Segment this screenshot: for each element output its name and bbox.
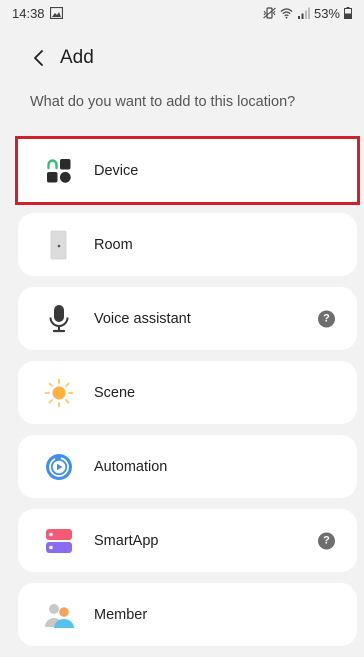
option-label: Member	[94, 606, 148, 623]
option-voice-assistant[interactable]: Voice assistant ?	[18, 287, 357, 350]
option-label: Device	[94, 162, 139, 179]
help-glyph: ?	[323, 534, 330, 547]
gallery-notification-icon	[49, 7, 63, 19]
help-glyph: ?	[323, 312, 330, 325]
option-label: Automation	[94, 458, 168, 475]
device-grid-icon	[47, 158, 71, 183]
help-icon[interactable]: ?	[318, 532, 335, 549]
option-label: SmartApp	[94, 532, 159, 549]
people-icon	[45, 603, 74, 628]
option-automation[interactable]: Automation	[18, 435, 357, 498]
add-prompt: What do you want to add to this location…	[30, 94, 296, 110]
battery-percentage: 53%	[313, 5, 340, 21]
option-label: Room	[94, 236, 133, 253]
status-left: 14:38	[12, 6, 63, 21]
sun-icon	[44, 378, 74, 407]
option-room[interactable]: Room	[18, 213, 357, 276]
smartapp-stack-icon	[46, 528, 72, 553]
status-time: 14:38	[12, 5, 45, 21]
status-right: 53%	[263, 6, 352, 21]
wifi-icon	[280, 8, 293, 19]
option-label: Scene	[94, 384, 136, 401]
door-icon	[50, 230, 67, 259]
option-label: Voice assistant	[94, 310, 191, 327]
automation-play-icon	[46, 453, 72, 480]
app-header: Add	[0, 40, 364, 76]
option-smartapp[interactable]: SmartApp ?	[18, 509, 357, 572]
signal-icon	[297, 7, 310, 19]
back-button[interactable]	[28, 44, 48, 72]
option-scene[interactable]: Scene	[18, 361, 357, 424]
status-bar: 14:38 53%	[0, 0, 364, 26]
microphone-icon	[49, 304, 69, 332]
option-device[interactable]: Device	[15, 136, 360, 205]
mute-vibrate-icon	[263, 7, 276, 19]
page-title: Add	[60, 47, 94, 68]
chevron-left-icon	[34, 50, 43, 66]
option-member[interactable]: Member	[18, 583, 357, 646]
help-icon[interactable]: ?	[318, 310, 335, 327]
add-options-list: Device Room Voice assistant ? Scene Auto…	[15, 136, 360, 657]
battery-icon	[344, 7, 352, 19]
